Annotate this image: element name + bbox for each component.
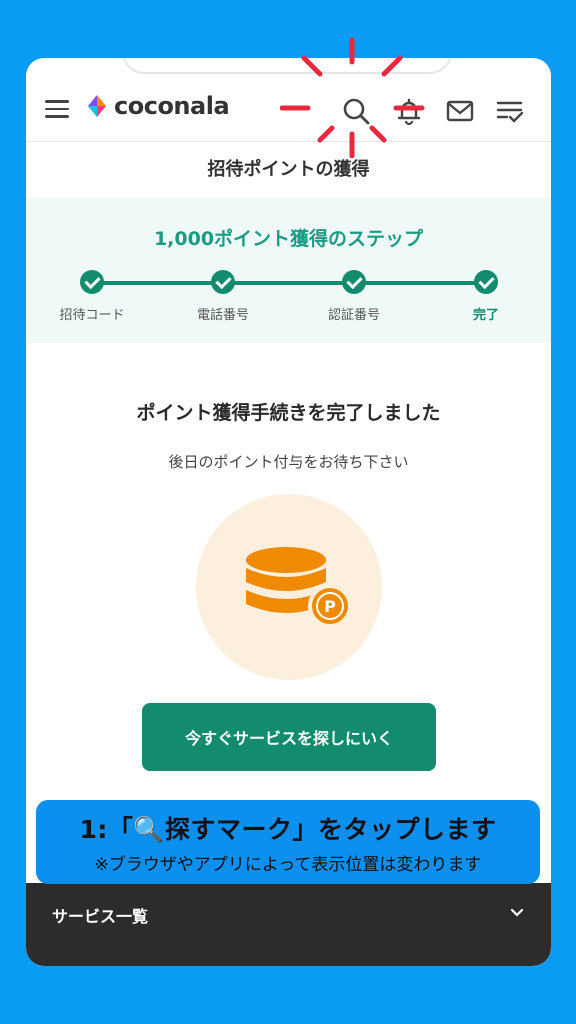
chevron-down-icon (510, 908, 524, 917)
step-label: 電話番号 (196, 308, 249, 323)
completion-subline: 後日のポイント付与をお待ち下さい (168, 453, 409, 471)
step-label: 完了 (472, 308, 499, 323)
checklist-icon[interactable] (495, 96, 525, 126)
service-list-label: サービス一覧 (52, 907, 149, 926)
check-icon (474, 270, 498, 294)
coin-badge-letter: P (324, 597, 336, 616)
mail-icon[interactable] (445, 96, 475, 126)
coconala-logo-mark (88, 95, 106, 117)
step-progress: 1,000ポイント獲得のステップ 招待コード 電話番号 認証番号 完了 (26, 198, 551, 343)
steps-title: 1,000ポイント獲得のステップ (153, 228, 424, 250)
search-highlight-burst (280, 37, 425, 158)
coconala-logo[interactable]: coconala (84, 92, 230, 120)
check-icon (342, 270, 366, 294)
step-label: 招待コード (59, 308, 125, 323)
find-services-button[interactable]: 今すぐサービスを探しにいく (142, 703, 436, 771)
step-invite-code: 招待コード (37, 270, 147, 323)
step-verification-code: 認証番号 (299, 270, 409, 323)
check-icon (80, 270, 104, 294)
logo-text: coconala (114, 92, 230, 120)
steps-progress-line (92, 281, 486, 285)
check-icon (211, 270, 235, 294)
instruction-note: ※ブラウザやアプリによって表示位置は変わります (94, 855, 482, 875)
instruction-callout: 1:「🔍探すマーク」をタップします ※ブラウザやアプリによって表示位置は変わりま… (36, 800, 540, 884)
points-illustration: P (196, 494, 382, 680)
service-list-accordion[interactable]: サービス一覧 (26, 883, 551, 966)
step-label: 認証番号 (327, 308, 380, 323)
step-complete: 完了 (431, 270, 541, 323)
menu-icon[interactable] (45, 100, 69, 118)
completion-headline: ポイント獲得手続きを完了しました (136, 402, 441, 424)
coin-stack-icon: P (246, 547, 352, 628)
step-phone-number: 電話番号 (168, 270, 278, 323)
instruction-step: 1:「🔍探すマーク」をタップします (79, 815, 497, 844)
